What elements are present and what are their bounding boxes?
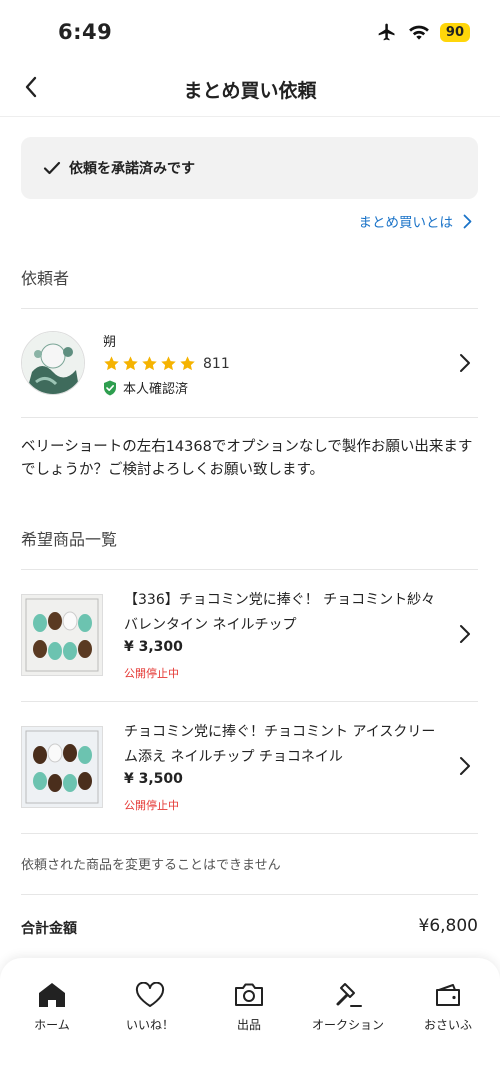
product-status: 公開停止中 bbox=[124, 667, 179, 680]
tab-auction[interactable]: オークション bbox=[298, 980, 398, 1033]
chevron-right-icon bbox=[460, 625, 470, 643]
tab-home[interactable]: ホーム bbox=[2, 980, 102, 1033]
camera-icon bbox=[235, 983, 263, 1006]
divider bbox=[21, 833, 478, 834]
home-icon bbox=[39, 983, 65, 1007]
gavel-icon bbox=[336, 983, 362, 1007]
total-value: ¥6,800 bbox=[418, 916, 478, 936]
product-title: チョコミン党に捧ぐ！チョコミント アイスクリーム添え ネイルチップ チョコネイル bbox=[124, 724, 436, 765]
chevron-right-icon bbox=[460, 757, 470, 775]
tab-wallet[interactable]: おさいふ bbox=[398, 980, 498, 1033]
tab-label: オークション bbox=[311, 1018, 384, 1032]
about-bulk-buy-link[interactable]: まとめ買いとは bbox=[359, 211, 473, 231]
check-icon bbox=[43, 161, 61, 175]
product-price: ¥ 3,500 bbox=[124, 771, 183, 787]
divider bbox=[21, 417, 478, 418]
status-banner: 依頼を承諾済みです bbox=[21, 137, 478, 199]
star-icon bbox=[142, 356, 157, 371]
requester-row[interactable]: 朔 811 本人確認済 bbox=[0, 310, 500, 417]
star-icon bbox=[161, 356, 176, 371]
product-thumbnail bbox=[21, 726, 103, 808]
product-item[interactable]: チョコミン党に捧ぐ！チョコミント アイスクリーム添え ネイルチップ チョコネイル… bbox=[0, 702, 500, 833]
chevron-right-icon bbox=[460, 354, 470, 372]
avatar bbox=[21, 331, 85, 395]
products-section-title: 希望商品一覧 bbox=[21, 530, 118, 549]
tab-sell[interactable]: 出品 bbox=[199, 980, 299, 1033]
status-time: 6:49 bbox=[58, 20, 113, 44]
product-title: 【336】チョコミン党に捧ぐ！ チョコミント紗々 バレンタイン ネイルチップ bbox=[124, 592, 436, 633]
star-icon bbox=[180, 356, 195, 371]
verified-badge: 本人確認済 bbox=[103, 378, 188, 397]
request-message: ベリーショートの左右14368でオプションなしで製作お願い出来ますでしょうか？ご… bbox=[21, 439, 473, 478]
wallet-icon bbox=[436, 984, 460, 1006]
total-label: 合計金額 bbox=[21, 921, 77, 937]
product-status: 公開停止中 bbox=[124, 799, 179, 812]
divider bbox=[21, 308, 478, 309]
wifi-icon bbox=[409, 25, 429, 40]
status-bar: 6:49 90 bbox=[0, 0, 500, 58]
product-thumbnail bbox=[21, 594, 103, 676]
product-item[interactable]: 【336】チョコミン党に捧ぐ！ チョコミント紗々 バレンタイン ネイルチップ ¥… bbox=[0, 570, 500, 701]
tab-likes[interactable]: いいね！ bbox=[100, 980, 200, 1033]
star-rating: 811 bbox=[103, 355, 230, 372]
nav-bar: まとめ買い依頼 bbox=[0, 58, 500, 117]
star-icon bbox=[123, 356, 138, 371]
page-title: まとめ買い依頼 bbox=[183, 80, 317, 102]
product-price: ¥ 3,300 bbox=[124, 639, 183, 655]
banner-text: 依頼を承諾済みです bbox=[69, 161, 195, 177]
heart-icon bbox=[135, 982, 165, 1007]
tab-label: おさいふ bbox=[423, 1018, 472, 1032]
rating-count: 811 bbox=[203, 355, 230, 372]
tab-label: 出品 bbox=[236, 1018, 261, 1032]
tab-label: ホーム bbox=[34, 1018, 70, 1032]
divider bbox=[21, 894, 478, 895]
battery-indicator: 90 bbox=[439, 22, 470, 42]
shield-check-icon bbox=[104, 380, 116, 395]
link-label: まとめ買いとは bbox=[358, 215, 454, 231]
tab-label: いいね！ bbox=[125, 1018, 174, 1032]
change-notice: 依頼された商品を変更することはできません bbox=[21, 858, 281, 873]
requester-name: 朔 bbox=[103, 335, 117, 350]
tab-bar: ホーム いいね！ 出品 オークション おさいふ bbox=[0, 958, 500, 1080]
chevron-right-icon bbox=[463, 214, 472, 228]
airplane-icon bbox=[378, 23, 395, 41]
verified-label: 本人確認済 bbox=[123, 382, 189, 397]
star-icon bbox=[104, 356, 119, 371]
requester-section-title: 依頼者 bbox=[21, 269, 70, 288]
